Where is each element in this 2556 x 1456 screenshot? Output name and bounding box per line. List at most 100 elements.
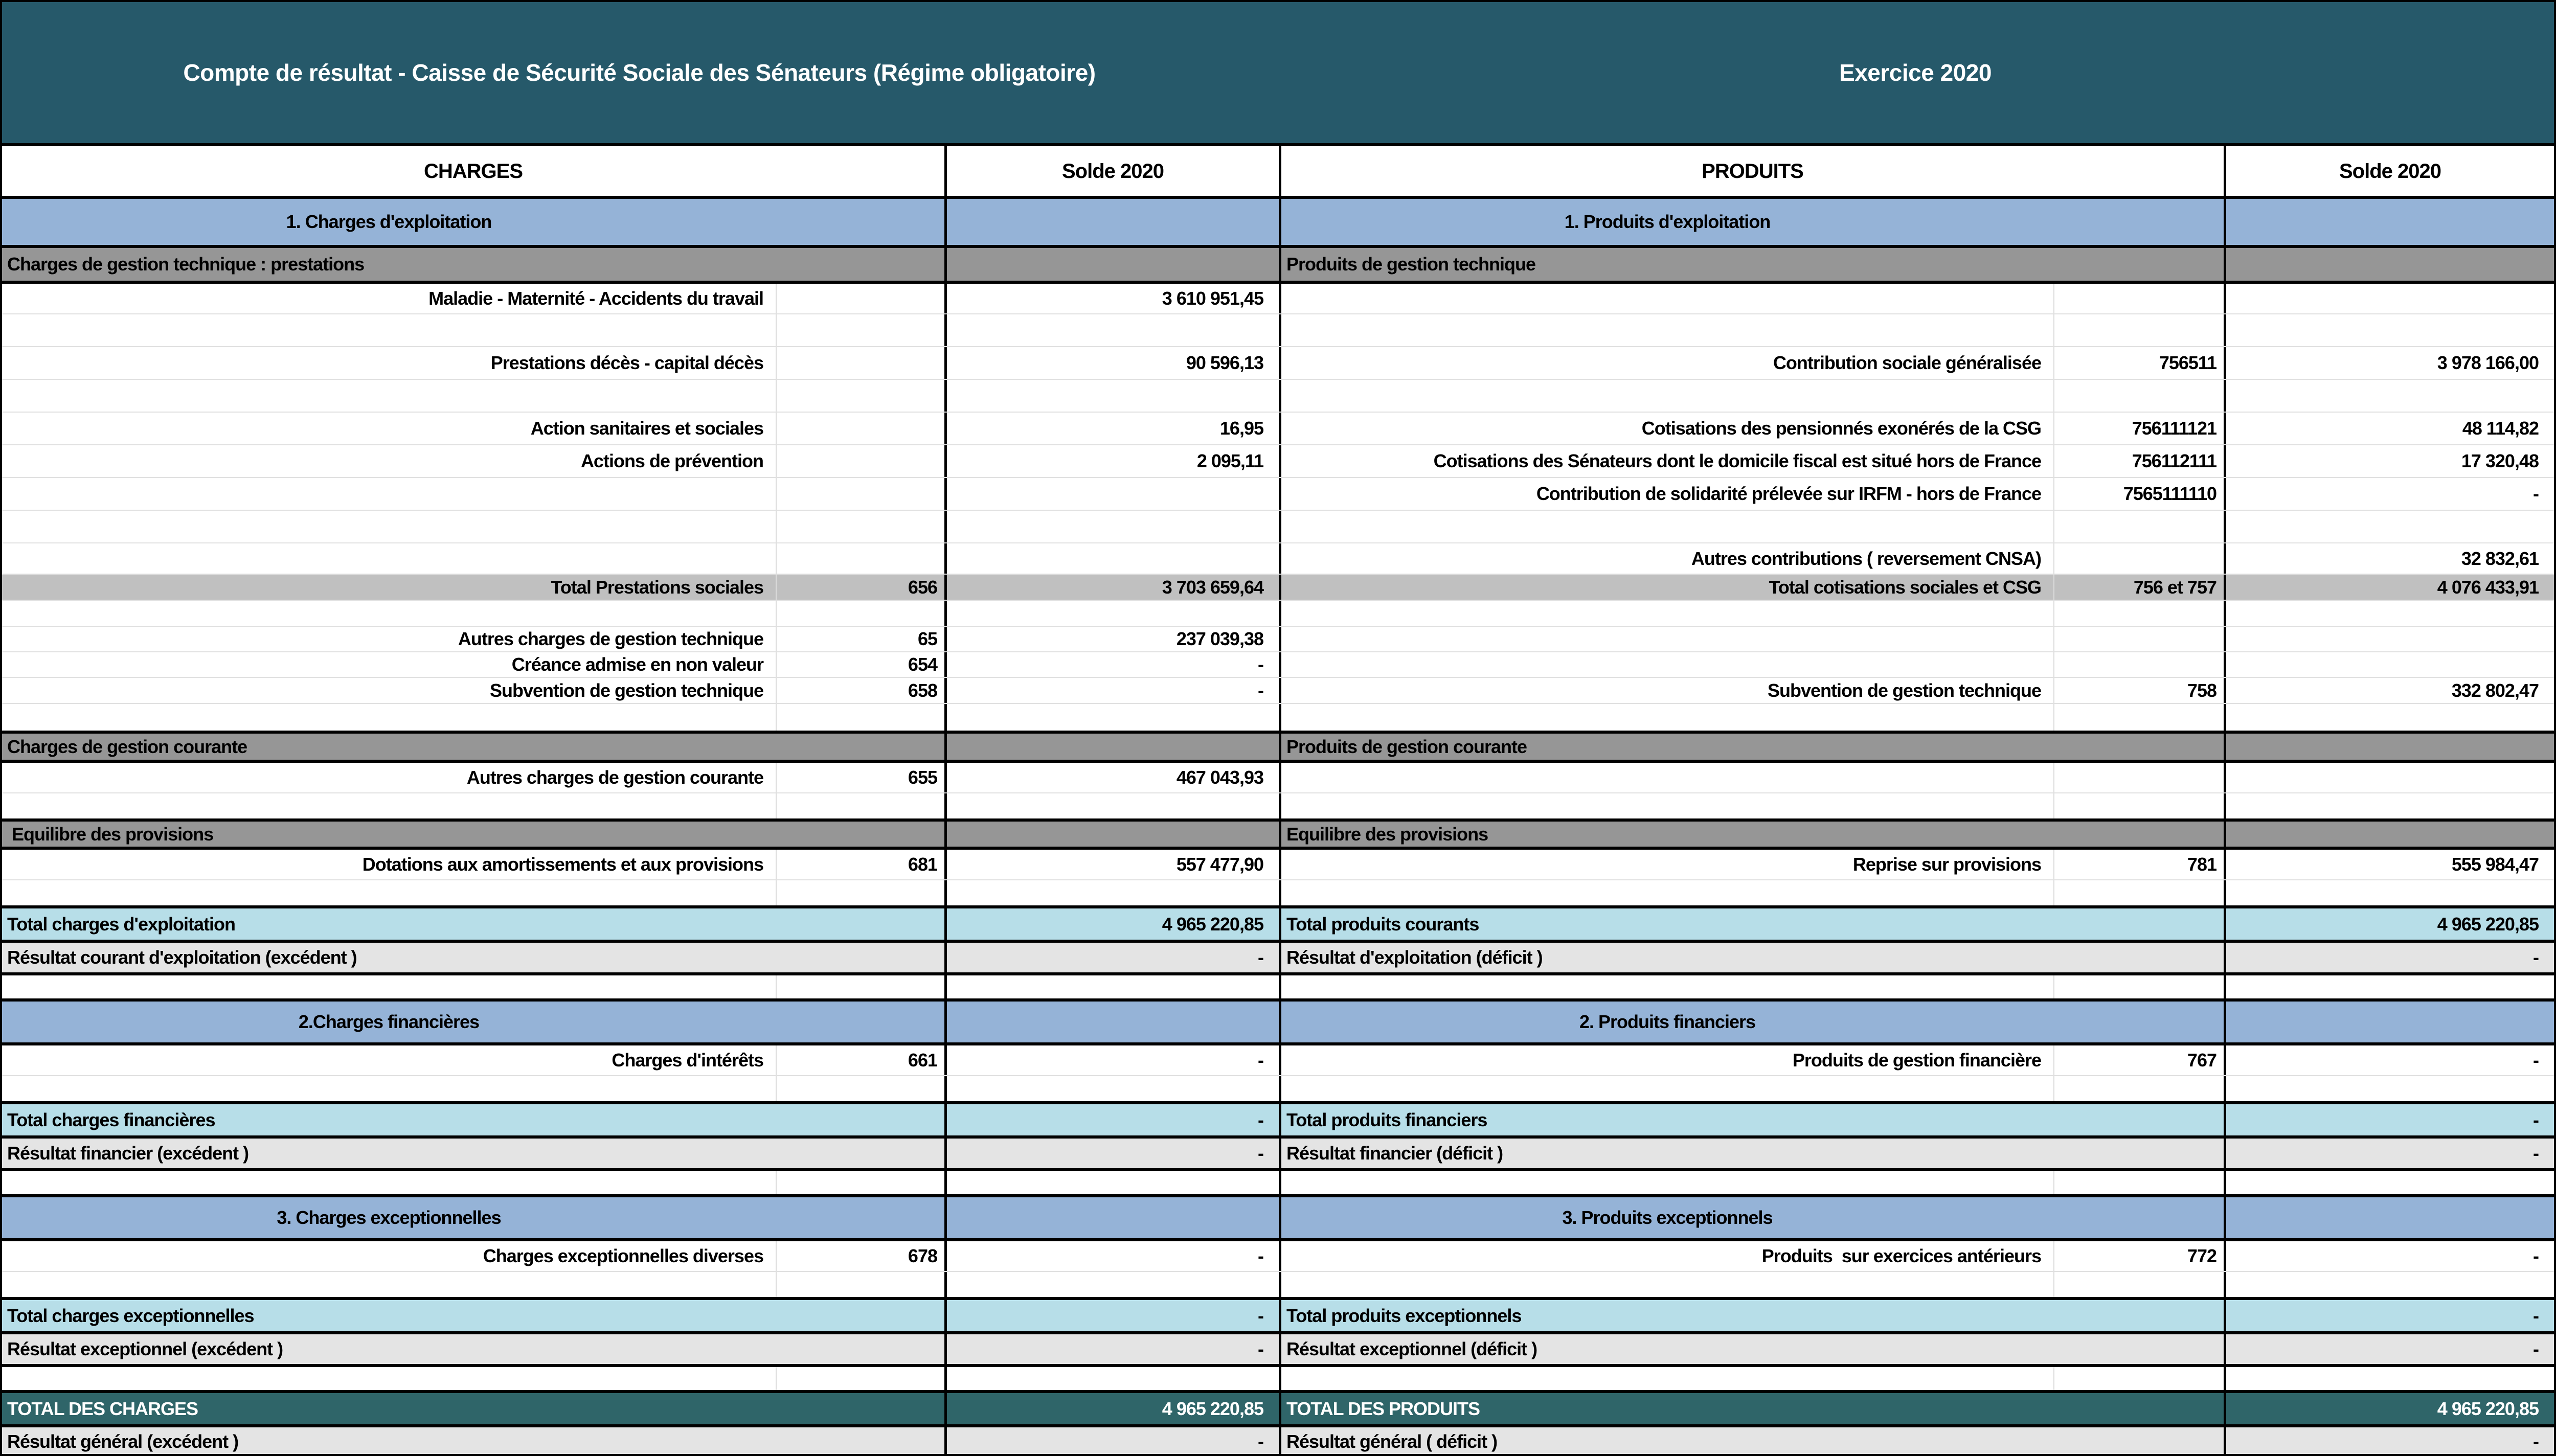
charges-amount-cell: - bbox=[944, 652, 1279, 677]
table-row: Créance admise en non valeur654- bbox=[2, 651, 2554, 677]
charges-label-cell bbox=[2, 793, 776, 818]
produits-account-cell bbox=[2053, 314, 2224, 346]
charges-label-cell bbox=[2, 511, 776, 542]
produits-label-cell bbox=[1279, 1171, 2053, 1194]
produits-label-cell: 1. Produits d'exploitation bbox=[1279, 199, 2224, 245]
produits-label-cell: 2. Produits financiers bbox=[1279, 1002, 2224, 1042]
produits-label-cell bbox=[1279, 511, 2053, 542]
table-row: Autres contributions ( reversement CNSA)… bbox=[2, 542, 2554, 574]
solde-left-column-header: Solde 2020 bbox=[944, 146, 1279, 196]
charges-label-cell bbox=[2, 1076, 776, 1101]
produits-amount-cell bbox=[2224, 1197, 2554, 1238]
charges-label-cell bbox=[2, 880, 776, 905]
charges-label-cell bbox=[2, 975, 776, 998]
charges-label-cell: Résultat exceptionnel (excédent ) bbox=[2, 1334, 944, 1364]
table-row: Charges de gestion couranteProduits de g… bbox=[2, 731, 2554, 760]
charges-amount-cell: 4 965 220,85 bbox=[944, 1393, 1279, 1424]
produits-label-cell: Reprise sur provisions bbox=[1279, 850, 2053, 879]
produits-amount-cell: - bbox=[2224, 943, 2554, 972]
produits-amount-cell bbox=[2224, 314, 2554, 346]
charges-account-cell bbox=[776, 511, 944, 542]
produits-amount-cell bbox=[2224, 380, 2554, 412]
produits-account-cell bbox=[2053, 511, 2224, 542]
produits-amount-cell bbox=[2224, 763, 2554, 792]
charges-amount-cell: 90 596,13 bbox=[944, 347, 1279, 379]
charges-label-cell: Total charges exceptionnelles bbox=[2, 1300, 944, 1331]
table-row: Résultat courant d'exploitation (excéden… bbox=[2, 940, 2554, 972]
produits-label-cell bbox=[1279, 1076, 2053, 1101]
charges-account-cell bbox=[776, 1367, 944, 1390]
charges-label-cell bbox=[2, 1171, 776, 1194]
produits-amount-cell bbox=[2224, 1272, 2554, 1297]
table-row bbox=[2, 792, 2554, 818]
produits-amount-cell: - bbox=[2224, 1139, 2554, 1168]
produits-amount-cell: - bbox=[2224, 1334, 2554, 1364]
charges-account-cell bbox=[776, 380, 944, 412]
table-row: Autres charges de gestion technique65237… bbox=[2, 626, 2554, 651]
charges-account-cell bbox=[776, 284, 944, 313]
produits-amount-cell bbox=[2224, 975, 2554, 998]
charges-account-cell bbox=[776, 793, 944, 818]
charges-label-cell bbox=[2, 380, 776, 412]
table-row bbox=[2, 703, 2554, 731]
charges-amount-cell bbox=[944, 380, 1279, 412]
produits-amount-cell bbox=[2224, 199, 2554, 245]
charges-amount-cell bbox=[944, 1171, 1279, 1194]
charges-account-cell bbox=[776, 347, 944, 379]
charges-amount-cell: - bbox=[944, 1334, 1279, 1364]
charges-label-cell bbox=[2, 1272, 776, 1297]
charges-label-cell: 1. Charges d'exploitation bbox=[2, 199, 944, 245]
charges-amount-cell bbox=[944, 199, 1279, 245]
charges-account-cell bbox=[776, 1076, 944, 1101]
charges-amount-cell bbox=[944, 314, 1279, 346]
charges-account-cell bbox=[776, 1272, 944, 1297]
charges-amount-cell bbox=[944, 1197, 1279, 1238]
charges-account-cell bbox=[776, 975, 944, 998]
charges-amount-cell: - bbox=[944, 678, 1279, 703]
table-row: TOTAL DES CHARGES4 965 220,85TOTAL DES P… bbox=[2, 1390, 2554, 1424]
title-banner: Compte de résultat - Caisse de Sécurité … bbox=[2, 2, 2554, 143]
produits-label-cell: Autres contributions ( reversement CNSA) bbox=[1279, 543, 2053, 574]
charges-amount-cell bbox=[944, 1002, 1279, 1042]
produits-amount-cell: - bbox=[2224, 1300, 2554, 1331]
charges-label-cell bbox=[2, 1367, 776, 1390]
produits-amount-cell: 32 832,61 bbox=[2224, 543, 2554, 574]
table-row bbox=[2, 879, 2554, 905]
charges-account-cell: 655 bbox=[776, 763, 944, 792]
column-header-row: CHARGES Solde 2020 PRODUITS Solde 2020 bbox=[2, 143, 2554, 196]
produits-amount-cell: 4 965 220,85 bbox=[2224, 908, 2554, 940]
charges-label-cell: Résultat général (excédent ) bbox=[2, 1427, 944, 1456]
charges-amount-cell: 4 965 220,85 bbox=[944, 908, 1279, 940]
charges-label-cell: Dotations aux amortissements et aux prov… bbox=[2, 850, 776, 879]
produits-label-cell: Subvention de gestion technique bbox=[1279, 678, 2053, 703]
produits-label-cell bbox=[1279, 793, 2053, 818]
produits-account-cell: 756 et 757 bbox=[2053, 575, 2224, 600]
produits-amount-cell: - bbox=[2224, 478, 2554, 510]
produits-amount-cell: - bbox=[2224, 1427, 2554, 1456]
table-row: Résultat exceptionnel (excédent )-Résult… bbox=[2, 1331, 2554, 1364]
produits-amount-cell bbox=[2224, 652, 2554, 677]
charges-amount-cell bbox=[944, 511, 1279, 542]
charges-label-cell: Autres charges de gestion courante bbox=[2, 763, 776, 792]
produits-account-cell: 756511 bbox=[2053, 347, 2224, 379]
table-row bbox=[2, 313, 2554, 346]
produits-label-cell: Contribution de solidarité prélevée sur … bbox=[1279, 478, 2053, 510]
produits-account-cell bbox=[2053, 601, 2224, 626]
charges-amount-cell: 2 095,11 bbox=[944, 445, 1279, 477]
charges-amount-cell bbox=[944, 1367, 1279, 1390]
produits-label-cell bbox=[1279, 1272, 2053, 1297]
sheet-title: Compte de résultat - Caisse de Sécurité … bbox=[2, 2, 1277, 143]
produits-label-cell bbox=[1279, 601, 2053, 626]
produits-label-cell bbox=[1279, 627, 2053, 651]
produits-amount-cell bbox=[2224, 601, 2554, 626]
table-row: Charges de gestion technique : prestatio… bbox=[2, 245, 2554, 281]
produits-account-cell: 756112111 bbox=[2053, 445, 2224, 477]
charges-amount-cell bbox=[944, 478, 1279, 510]
table-row bbox=[2, 1271, 2554, 1297]
charges-amount-cell: 557 477,90 bbox=[944, 850, 1279, 879]
produits-account-cell bbox=[2053, 543, 2224, 574]
charges-amount-cell: - bbox=[944, 1241, 1279, 1271]
charges-label-cell: Actions de prévention bbox=[2, 445, 776, 477]
produits-amount-cell: 555 984,47 bbox=[2224, 850, 2554, 879]
produits-account-cell: 758 bbox=[2053, 678, 2224, 703]
